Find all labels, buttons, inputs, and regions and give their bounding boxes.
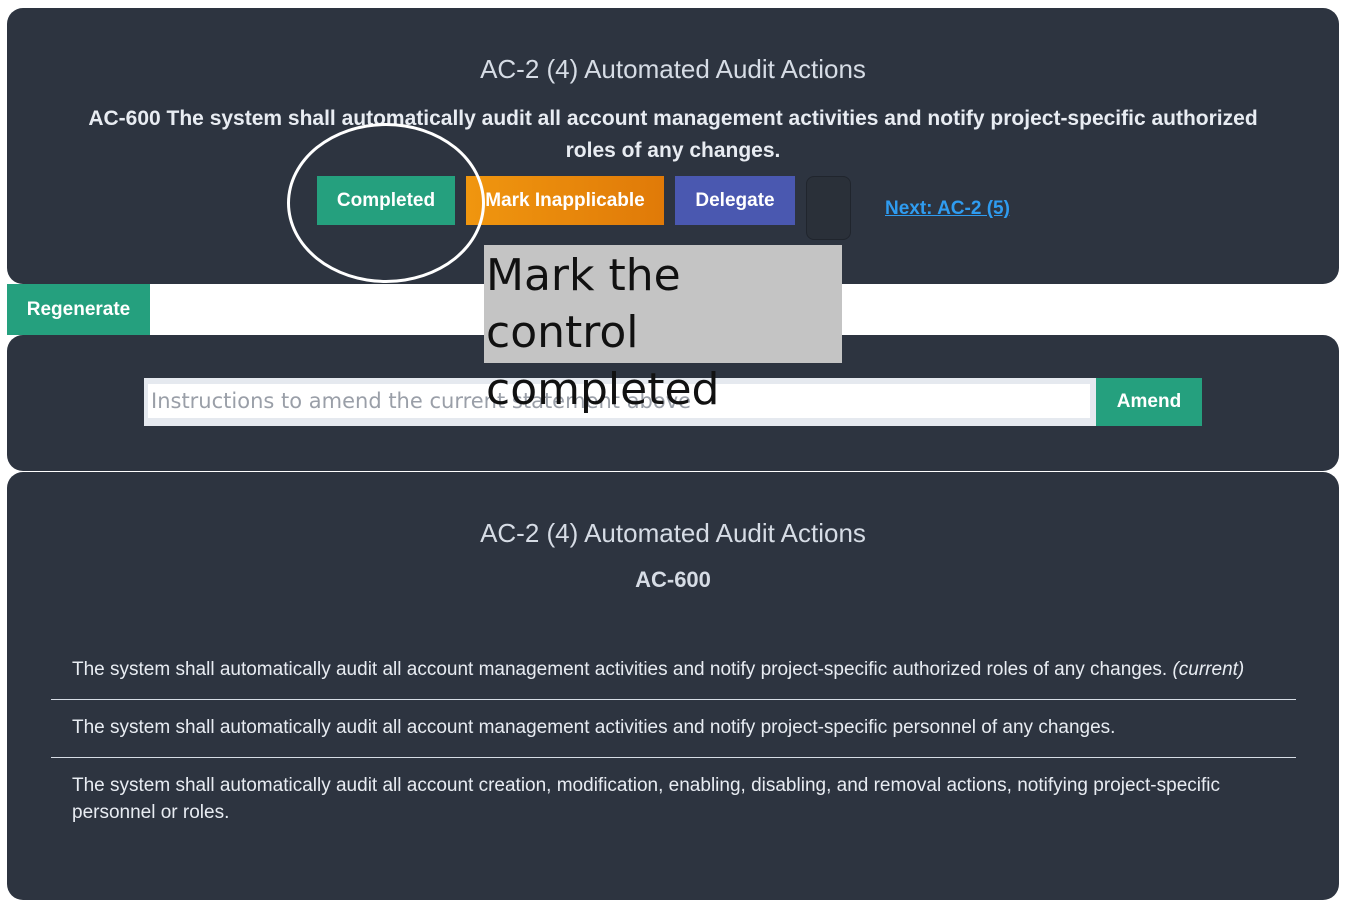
delegate-button[interactable]: Delegate [675,176,795,225]
history-item[interactable]: The system shall automatically audit all… [51,700,1296,758]
control-panel: AC-2 (4) Automated Audit Actions AC-600 … [7,8,1339,284]
history-item-text: The system shall automatically audit all… [72,659,1168,680]
history-panel: AC-2 (4) Automated Audit Actions AC-600 … [7,472,1339,900]
amend-button[interactable]: Amend [1096,378,1202,426]
current-tag: (current) [1172,659,1245,680]
regenerate-button[interactable]: Regenerate [7,284,150,335]
statement-history-list: The system shall automatically audit all… [51,642,1296,842]
blank-button[interactable] [806,176,851,240]
highlight-circle-annotation [287,123,485,283]
control-statement: AC-600 The system shall automatically au… [88,107,1258,162]
history-item-text: The system shall automatically audit all… [72,717,1116,738]
next-control-link[interactable]: Next: AC-2 (5) [885,198,1010,220]
history-item[interactable]: The system shall automatically audit all… [51,758,1296,842]
tooltip-annotation: Mark the control completed [484,245,842,415]
history-item[interactable]: The system shall automatically audit all… [51,642,1296,700]
control-title: AC-2 (4) Automated Audit Actions [480,54,866,84]
mark-inapplicable-button[interactable]: Mark Inapplicable [466,176,664,225]
history-control-id: AC-600 [635,567,711,592]
history-title: AC-2 (4) Automated Audit Actions [480,518,866,548]
history-item-text: The system shall automatically audit all… [72,775,1220,823]
